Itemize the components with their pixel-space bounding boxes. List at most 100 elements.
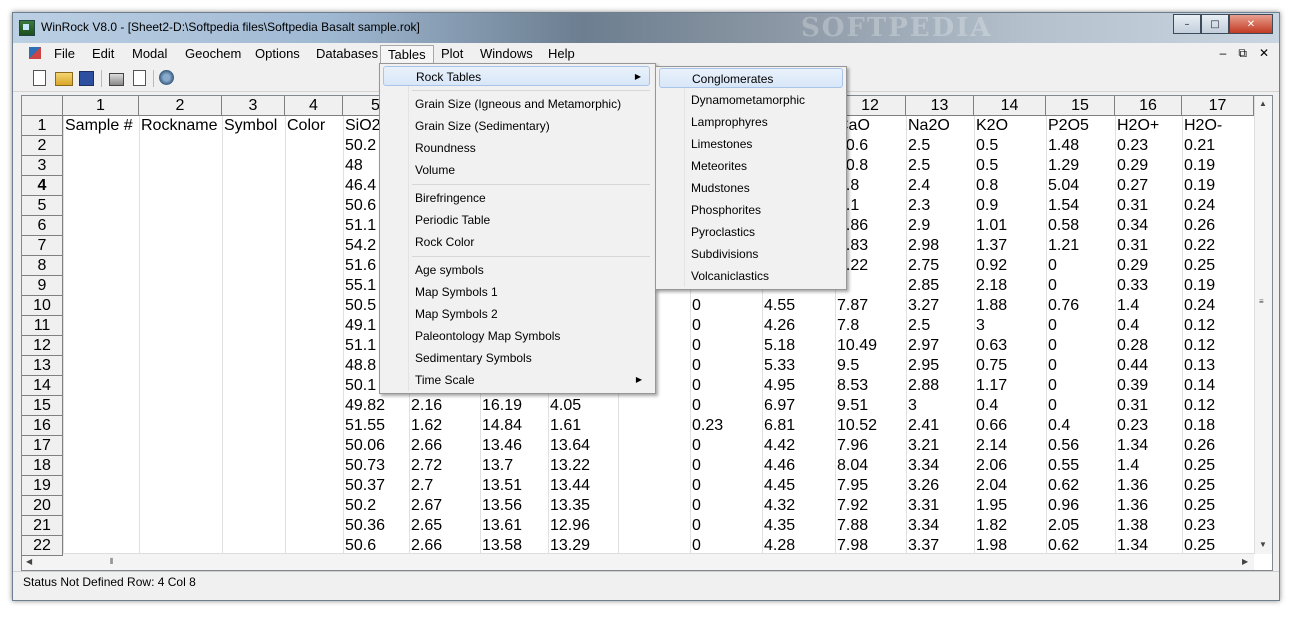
grid-cell[interactable] <box>224 496 284 516</box>
menu-item-map-symbols-2[interactable]: Map Symbols 2 <box>383 304 650 324</box>
column-header[interactable]: 13 <box>906 96 974 116</box>
menu-item-birefringence[interactable]: Birefringence <box>383 188 650 208</box>
grid-cell[interactable] <box>620 496 689 516</box>
grid-cell[interactable]: 4.32 <box>764 496 834 516</box>
grid-cell[interactable]: 0.76 <box>1048 296 1114 316</box>
grid-cell[interactable]: 0.5 <box>976 156 1045 176</box>
scroll-left-icon[interactable]: ◀ <box>26 557 32 566</box>
grid-cell[interactable]: 0.27 <box>1117 176 1181 196</box>
grid-cell[interactable]: 0.4 <box>976 396 1045 416</box>
grid-cell[interactable]: 3.34 <box>908 516 973 536</box>
grid-cell[interactable] <box>65 516 138 536</box>
grid-cell[interactable]: 10.52 <box>837 416 905 436</box>
grid-cell[interactable]: 7.88 <box>837 516 905 536</box>
grid-cell[interactable]: 3.34 <box>908 456 973 476</box>
grid-cell[interactable]: 2.4 <box>908 176 973 196</box>
grid-cell[interactable]: 1.17 <box>976 376 1045 396</box>
grid-cell[interactable]: 0.21 <box>1184 136 1253 156</box>
grid-cell[interactable] <box>65 176 138 196</box>
scroll-right-icon[interactable]: ▶ <box>1242 557 1248 566</box>
grid-cell[interactable] <box>65 156 138 176</box>
mdi-restore-button[interactable]: ⧉ <box>1238 46 1247 61</box>
grid-cell[interactable]: 6.97 <box>764 396 834 416</box>
grid-cell[interactable]: 50.2 <box>345 496 408 516</box>
grid-cell[interactable] <box>65 356 138 376</box>
grid-cell[interactable]: 13.58 <box>482 536 547 556</box>
grid-cell[interactable] <box>287 356 342 376</box>
grid-cell[interactable]: 6.81 <box>764 416 834 436</box>
menu-plot[interactable]: Plot <box>434 45 470 63</box>
grid-cell[interactable] <box>141 136 221 156</box>
grid-cell[interactable]: 9.8 <box>837 176 905 196</box>
grid-cell[interactable]: 1.4 <box>1117 296 1181 316</box>
grid-cell[interactable] <box>224 276 284 296</box>
grid-cell[interactable]: 0.18 <box>1184 416 1253 436</box>
scroll-down-icon[interactable]: ▼ <box>1259 540 1267 549</box>
grid-cell[interactable]: 0.31 <box>1117 236 1181 256</box>
grid-cell[interactable] <box>620 396 689 416</box>
grid-cell[interactable] <box>141 436 221 456</box>
grid-cell[interactable]: 13.46 <box>482 436 547 456</box>
menu-item-rock-tables[interactable]: Rock Tables ▶ <box>383 66 650 86</box>
row-header[interactable]: 15 <box>22 396 63 416</box>
grid-cell[interactable] <box>141 316 221 336</box>
grid-cell[interactable]: 5.33 <box>764 356 834 376</box>
grid-cell[interactable]: 4.46 <box>764 456 834 476</box>
grid-cell[interactable] <box>224 336 284 356</box>
grid-cell[interactable]: 0.75 <box>976 356 1045 376</box>
row-header[interactable]: 7 <box>22 236 63 256</box>
submenu-item-conglomerates[interactable]: Conglomerates <box>659 68 843 88</box>
row-header[interactable]: 1 <box>22 116 63 136</box>
grid-cell[interactable]: 8.53 <box>837 376 905 396</box>
grid-cell[interactable]: 1.54 <box>1048 196 1114 216</box>
grid-cell[interactable]: 1.36 <box>1117 476 1181 496</box>
row-header[interactable]: 2 <box>22 136 63 156</box>
grid-cell[interactable] <box>65 476 138 496</box>
grid-cell[interactable]: 7.83 <box>837 236 905 256</box>
grid-cell[interactable] <box>65 196 138 216</box>
grid-cell[interactable]: 0.39 <box>1117 376 1181 396</box>
grid-cell[interactable]: 2.98 <box>908 236 973 256</box>
grid-cell[interactable]: 2.14 <box>976 436 1045 456</box>
grid-cell[interactable] <box>224 136 284 156</box>
grid-cell[interactable]: 2.7 <box>411 476 479 496</box>
grid-cell[interactable]: 13.56 <box>482 496 547 516</box>
grid-cell[interactable]: 7.98 <box>837 536 905 556</box>
grid-cell[interactable]: 5.18 <box>764 336 834 356</box>
grid-cell[interactable]: 2.5 <box>908 316 973 336</box>
menu-windows[interactable]: Windows <box>473 45 540 63</box>
grid-cell[interactable] <box>837 276 905 296</box>
minimize-button[interactable]: – <box>1173 14 1201 34</box>
grid-cell[interactable]: 13.64 <box>550 436 617 456</box>
menu-item-map-symbols-1[interactable]: Map Symbols 1 <box>383 282 650 302</box>
grid-cell[interactable] <box>620 536 689 556</box>
grid-cell[interactable] <box>287 176 342 196</box>
grid-cell[interactable]: 2.72 <box>411 456 479 476</box>
grid-cell[interactable]: 2.95 <box>908 356 973 376</box>
grid-cell[interactable]: 1.62 <box>411 416 479 436</box>
maximize-button[interactable]: □ <box>1201 14 1229 34</box>
row-header[interactable]: 9 <box>22 276 63 296</box>
grid-cell[interactable]: 2.3 <box>908 196 973 216</box>
grid-cell[interactable]: 4.45 <box>764 476 834 496</box>
grid-cell[interactable]: 2.06 <box>976 456 1045 476</box>
column-header[interactable]: 16 <box>1115 96 1182 116</box>
grid-cell[interactable] <box>65 256 138 276</box>
row-header[interactable]: 13 <box>22 356 63 376</box>
row-header[interactable]: 8 <box>22 256 63 276</box>
scroll-grip-icon[interactable]: ≡ <box>1259 297 1264 306</box>
mdi-close-button[interactable]: ✕ <box>1259 46 1269 61</box>
row-header[interactable]: 4 <box>22 176 63 196</box>
submenu-item-meteorites[interactable]: Meteorites <box>659 156 843 176</box>
grid-cell[interactable]: 1.01 <box>976 216 1045 236</box>
grid-cell[interactable] <box>287 516 342 536</box>
grid-cell[interactable] <box>287 536 342 556</box>
menu-geochem[interactable]: Geochem <box>178 45 248 63</box>
grid-cell[interactable] <box>65 416 138 436</box>
grid-cell[interactable]: 0.4 <box>1117 316 1181 336</box>
grid-cell[interactable]: 10.49 <box>837 336 905 356</box>
grid-cell[interactable] <box>224 516 284 536</box>
grid-cell[interactable] <box>287 236 342 256</box>
grid-cell[interactable] <box>224 156 284 176</box>
column-header[interactable]: 15 <box>1046 96 1115 116</box>
